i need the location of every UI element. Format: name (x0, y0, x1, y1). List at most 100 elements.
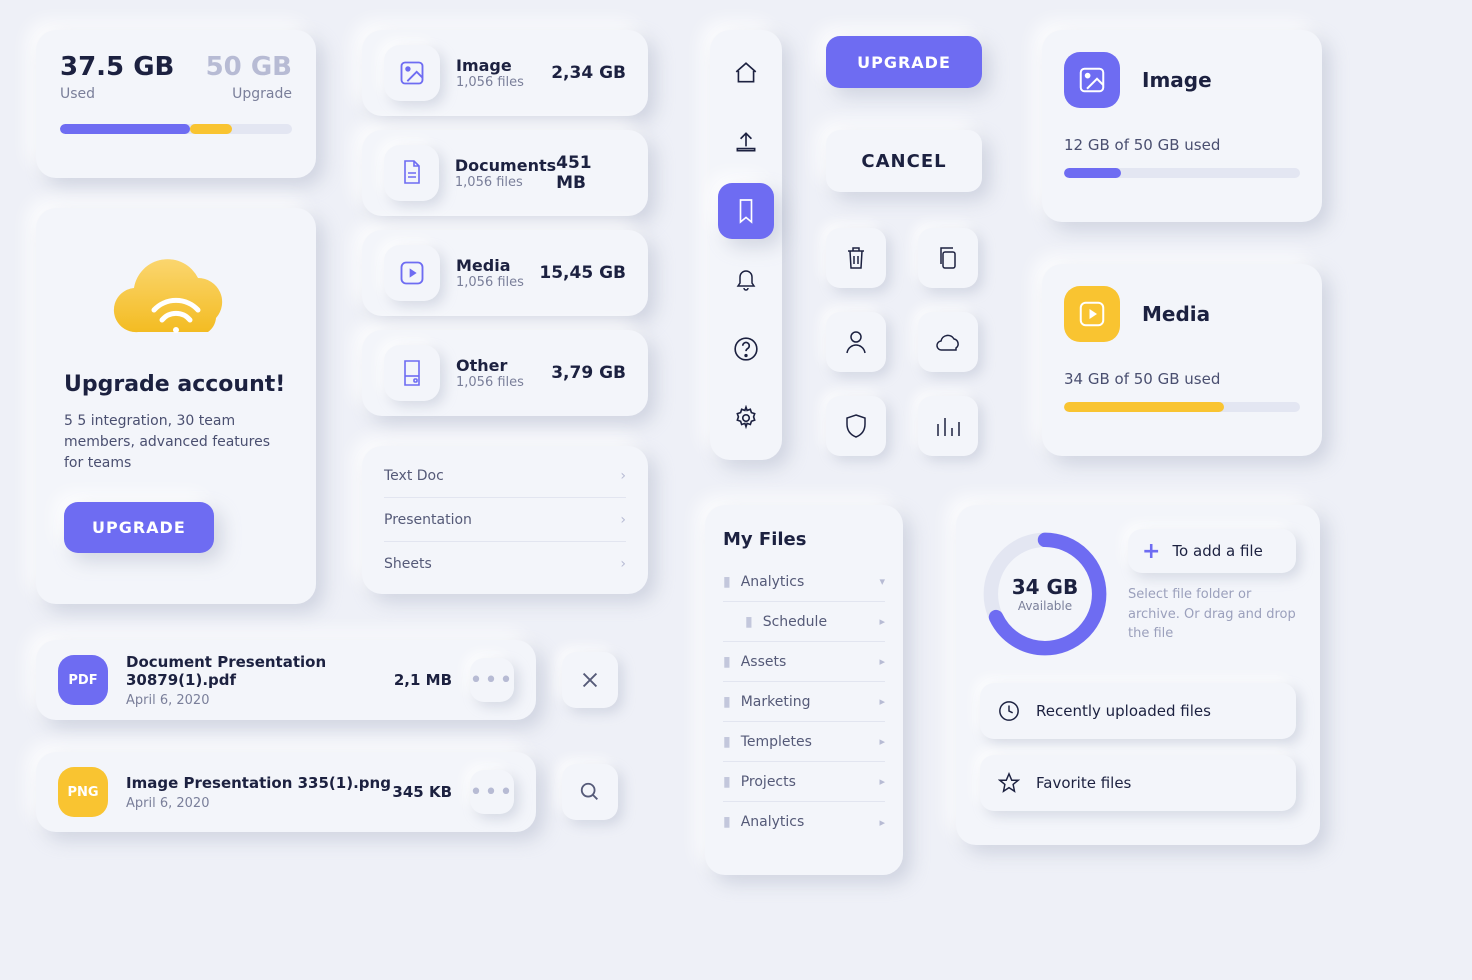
chevron-right-icon: › (620, 468, 626, 484)
file-type-size: 2,34 GB (551, 63, 626, 83)
quick-link-recent[interactable]: Recently uploaded files (980, 683, 1296, 739)
play-icon (384, 245, 440, 301)
file-size: 2,1 MB (394, 671, 452, 689)
file-type-item-other[interactable]: Other1,056 files 3,79 GB (362, 330, 648, 416)
nav-upload[interactable] (718, 114, 774, 170)
file-type-name: Other (456, 356, 551, 375)
chevron-right-icon: ▸ (879, 695, 885, 708)
icon-grid (826, 228, 986, 456)
search-button[interactable] (562, 764, 618, 820)
copy-icon (936, 245, 960, 271)
bookmark-icon (735, 198, 757, 224)
add-file-label: To add a file (1172, 542, 1262, 560)
cloud-button[interactable] (918, 312, 978, 372)
chevron-right-icon: ▸ (879, 775, 885, 788)
vertical-nav (710, 30, 782, 460)
star-icon (998, 772, 1020, 794)
trash-icon (844, 245, 868, 271)
usage-detail: 34 GB of 50 GB used (1064, 370, 1300, 388)
folder-item[interactable]: ▮Marketing▸ (723, 682, 885, 722)
chevron-right-icon: ▸ (879, 735, 885, 748)
plus-icon: + (1142, 539, 1160, 564)
help-icon (733, 336, 759, 362)
add-file-hint: Select file folder or archive. Or drag a… (1128, 585, 1296, 644)
search-icon (579, 781, 601, 803)
user-icon (844, 329, 868, 355)
file-type-size: 451 MB (556, 153, 626, 193)
document-icon (384, 145, 439, 201)
close-button[interactable] (562, 652, 618, 708)
usage-card-image[interactable]: Image 12 GB of 50 GB used (1042, 30, 1322, 222)
usage-title: Image (1142, 68, 1212, 92)
upgrade-pill-button[interactable]: UPGRADE (826, 36, 982, 88)
file-row[interactable]: PDF Document Presentation 30879(1).pdf A… (36, 640, 536, 720)
nav-help[interactable] (718, 321, 774, 377)
file-type-item-image[interactable]: Image1,056 files 2,34 GB (362, 30, 648, 116)
bar-chart-icon (935, 414, 961, 438)
folder-item[interactable]: ▮Analytics▸ (723, 802, 885, 842)
bell-icon (734, 267, 758, 293)
storage-total-label: Upgrade (206, 86, 292, 102)
folder-icon: ▮ (723, 774, 731, 790)
shield-icon (844, 413, 868, 439)
image-icon (384, 45, 440, 101)
shield-button[interactable] (826, 396, 886, 456)
more-button[interactable]: ••• (470, 770, 514, 814)
folder-item[interactable]: ▮Schedule▸ (723, 602, 885, 642)
chart-button[interactable] (918, 396, 978, 456)
storage-total-value: 50 GB (206, 52, 292, 82)
usage-progress (1064, 168, 1300, 178)
add-file-button[interactable]: + To add a file (1128, 529, 1296, 573)
nav-home[interactable] (718, 45, 774, 101)
quick-link-favorite[interactable]: Favorite files (980, 755, 1296, 811)
doc-menu-item[interactable]: Sheets› (384, 542, 626, 586)
file-type-sub: 1,056 files (456, 275, 539, 290)
nav-bookmark[interactable] (718, 183, 774, 239)
chevron-right-icon: ▸ (879, 655, 885, 668)
trash-button[interactable] (826, 228, 886, 288)
cancel-button[interactable]: CANCEL (826, 130, 982, 192)
copy-button[interactable] (918, 228, 978, 288)
png-badge: PNG (58, 767, 108, 817)
donut-label: Available (1018, 599, 1072, 613)
folder-item[interactable]: ▮Templetes▸ (723, 722, 885, 762)
file-size: 345 KB (392, 783, 452, 801)
folder-item[interactable]: ▮Assets▸ (723, 642, 885, 682)
profile-button[interactable] (826, 312, 886, 372)
usage-card-media[interactable]: Media 34 GB of 50 GB used (1042, 264, 1322, 456)
my-files-title: My Files (723, 529, 885, 550)
folder-item[interactable]: ▮Projects▸ (723, 762, 885, 802)
recent-files: PDF Document Presentation 30879(1).pdf A… (36, 640, 648, 832)
file-type-sub: 1,056 files (455, 175, 556, 190)
disk-icon (384, 345, 440, 401)
upgrade-button[interactable]: UPGRADE (64, 502, 214, 553)
folder-icon: ▮ (723, 654, 731, 670)
usage-detail: 12 GB of 50 GB used (1064, 136, 1300, 154)
storage-used-value: 37.5 GB (60, 52, 174, 82)
donut-value: 34 GB (1012, 575, 1078, 599)
doc-menu-item[interactable]: Presentation› (384, 498, 626, 542)
gear-icon (733, 405, 759, 431)
storage-used-label: Used (60, 86, 174, 102)
upgrade-account-card: Upgrade account! 5 5 integration, 30 tea… (36, 208, 316, 604)
more-button[interactable]: ••• (470, 658, 514, 702)
upgrade-subtitle: 5 5 integration, 30 team members, advanc… (64, 411, 288, 474)
file-type-sub: 1,056 files (456, 375, 551, 390)
file-type-list: Image1,056 files 2,34 GB Documents1,056 … (362, 30, 648, 594)
chevron-right-icon: › (620, 556, 626, 572)
file-row[interactable]: PNG Image Presentation 335(1).png April … (36, 752, 536, 832)
doc-menu-item[interactable]: Text Doc› (384, 454, 626, 498)
storage-card: 37.5 GB Used 50 GB Upgrade (36, 30, 316, 178)
file-type-item-media[interactable]: Media1,056 files 15,45 GB (362, 230, 648, 316)
chevron-right-icon: ▸ (879, 615, 885, 628)
close-icon (579, 669, 601, 691)
folder-icon: ▮ (723, 694, 731, 710)
chevron-right-icon: ▸ (879, 816, 885, 829)
file-name: Document Presentation 30879(1).pdf (126, 653, 394, 689)
storage-donut: 34 GB Available (980, 529, 1110, 659)
folder-item[interactable]: ▮Analytics▾ (723, 562, 885, 602)
file-type-item-documents[interactable]: Documents1,056 files 451 MB (362, 130, 648, 216)
nav-settings[interactable] (718, 390, 774, 446)
file-type-size: 3,79 GB (551, 363, 626, 383)
nav-notifications[interactable] (718, 252, 774, 308)
